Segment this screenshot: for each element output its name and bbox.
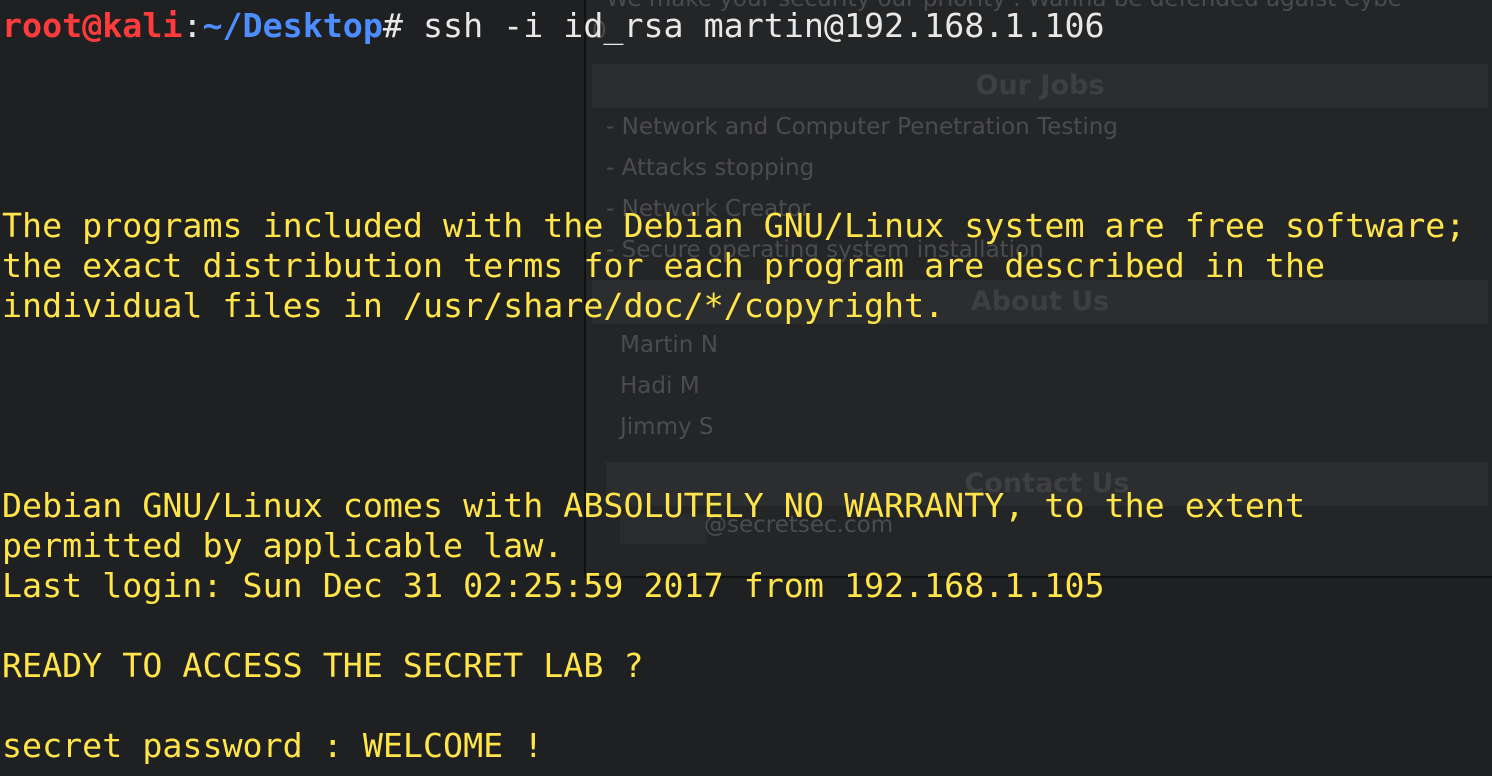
- motd-line: The programs included with the Debian GN…: [2, 206, 1466, 245]
- prompt-path: ~/Desktop: [202, 6, 383, 45]
- prompt-colon: :: [182, 6, 203, 45]
- secret-password-line: secret password : WELCOME !: [2, 726, 544, 765]
- prompt-hash: #: [382, 6, 423, 45]
- ssh-command: ssh -i id_rsa martin@192.168.1.106: [422, 6, 1105, 45]
- terminal-prompt-line: root@kali:~/Desktop# ssh -i id_rsa marti…: [2, 6, 1105, 46]
- ready-prompt-line: READY TO ACCESS THE SECRET LAB ?: [2, 646, 644, 685]
- last-login-line: Last login: Sun Dec 31 02:25:59 2017 fro…: [2, 566, 1105, 605]
- motd-line: individual files in /usr/share/doc/*/cop…: [2, 286, 945, 325]
- prompt-user-host: root@kali: [2, 6, 183, 45]
- terminal-window[interactable]: root@kali:~/Desktop# ssh -i id_rsa marti…: [0, 0, 1492, 776]
- motd-line: the exact distribution terms for each pr…: [2, 246, 1326, 285]
- warranty-line: permitted by applicable law.: [2, 526, 564, 565]
- warranty-line: Debian GNU/Linux comes with ABSOLUTELY N…: [2, 486, 1306, 525]
